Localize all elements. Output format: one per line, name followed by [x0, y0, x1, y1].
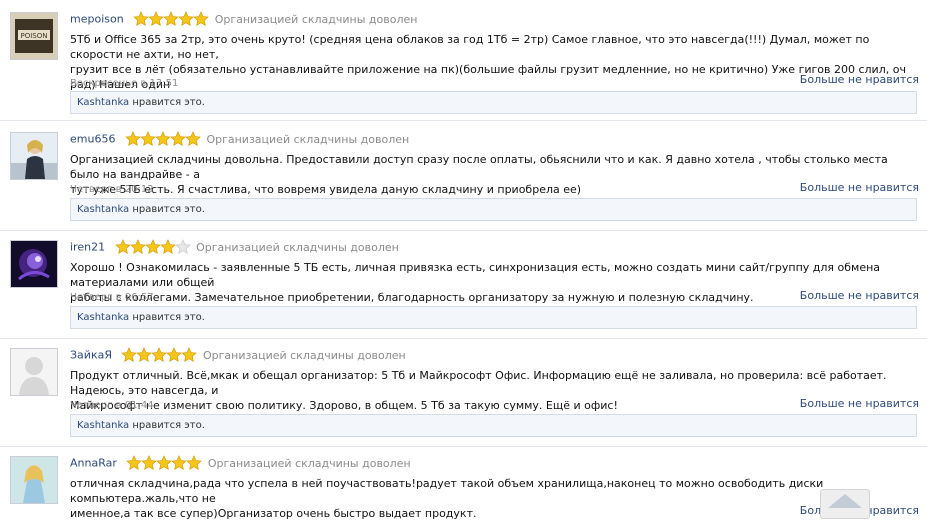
likes-suffix: нравится это. [129, 97, 205, 108]
verdict-text: Организацией складчины доволен [196, 240, 399, 254]
verdict-text: Организацией складчины доволен [214, 12, 418, 26]
star-filled-icon [114, 239, 131, 255]
svg-text:POISON: POISON [21, 32, 48, 40]
star-filled-icon [144, 239, 161, 255]
avatar[interactable] [10, 132, 58, 180]
username[interactable]: AnnaRar [70, 457, 117, 470]
liker-link[interactable]: Kashtanka [77, 97, 129, 108]
star-filled-icon [126, 455, 143, 471]
dislike-link[interactable]: Больше не нравится [800, 73, 919, 86]
review-item: iren21 Организацией складчины доволен Хо… [0, 236, 927, 339]
likes-summary: Kashtanka нравится это. [70, 91, 917, 114]
review-item: ЗайкаЯ Организацией складчины доволен Пр… [0, 344, 927, 447]
review-text: отличная складчина,рада что успела в ней… [70, 477, 824, 520]
star-filled-icon [186, 455, 203, 471]
star-filled-icon [178, 11, 194, 27]
dislike-link[interactable]: Больше не нравится [800, 181, 919, 194]
star-filled-icon [155, 131, 171, 147]
scroll-top-button[interactable] [820, 489, 870, 519]
review-text: Продукт отличный. Всё,мкак и обещал орга… [70, 369, 887, 412]
liker-link[interactable]: Kashtanka [77, 204, 129, 215]
star-filled-icon [140, 131, 156, 147]
star-filled-icon [171, 455, 188, 471]
star-rating [121, 347, 198, 363]
username[interactable]: emu656 [70, 133, 115, 146]
star-filled-icon [193, 11, 209, 27]
star-filled-icon [159, 239, 176, 255]
star-rating [114, 239, 191, 255]
purple-art-avatar-icon [11, 241, 57, 287]
timestamp[interactable]: Четверг в 01:44 [70, 400, 154, 411]
likes-suffix: нравится это. [129, 312, 205, 323]
likes-suffix: нравится это. [129, 204, 205, 215]
username[interactable]: iren21 [70, 241, 105, 254]
star-rating [126, 455, 203, 471]
timestamp[interactable]: Четверг в 20:12 [70, 184, 154, 195]
avatar[interactable]: POISON [10, 12, 58, 60]
star-filled-icon [136, 347, 153, 363]
likes-suffix: нравится это. [129, 420, 205, 431]
review-item: POISON mepoison Организацией складчины д… [0, 8, 927, 121]
timestamp[interactable]: Воскресенье в 13:51 [70, 78, 178, 89]
review-text: Хорошо ! Ознакомилась - заявленные 5 ТБ … [70, 261, 881, 304]
verdict-text: Организацией складчины доволен [206, 132, 410, 146]
star-filled-icon [185, 131, 201, 147]
dislike-link[interactable]: Больше не нравится [800, 397, 919, 410]
star-filled-icon [133, 11, 149, 27]
verdict-text: Организацией складчины доволен [202, 348, 406, 362]
likes-summary: Kashtanka нравится это. [70, 198, 917, 221]
star-filled-icon [181, 347, 198, 363]
avatar[interactable] [10, 456, 58, 504]
dislike-link[interactable]: Больше не нравится [800, 289, 919, 302]
logo-avatar-icon: POISON [11, 13, 57, 59]
star-filled-icon [156, 455, 173, 471]
default-avatar-icon [11, 349, 57, 395]
photo-avatar-icon [11, 133, 57, 179]
username[interactable]: ЗайкаЯ [70, 349, 112, 362]
timestamp[interactable]: Четверг в 06:57 [70, 292, 154, 303]
star-filled-icon [125, 131, 141, 147]
likes-summary: Kashtanka нравится это. [70, 306, 917, 329]
review-text: Организацией складчины довольна. Предост… [70, 153, 888, 196]
star-filled-icon [129, 239, 146, 255]
star-filled-icon [163, 11, 179, 27]
arrow-up-icon [828, 494, 862, 508]
star-filled-icon [151, 347, 168, 363]
girl-avatar-icon [11, 457, 57, 503]
review-item: AnnaRar Организацией складчины доволен о… [0, 452, 927, 522]
star-filled-icon [166, 347, 183, 363]
star-filled-icon [170, 131, 186, 147]
star-empty-icon [174, 239, 191, 255]
review-item: emu656 Организацией складчины доволен Ор… [0, 128, 927, 231]
username[interactable]: mepoison [70, 13, 124, 26]
star-filled-icon [141, 455, 158, 471]
avatar[interactable] [10, 348, 58, 396]
star-rating [133, 11, 209, 27]
star-filled-icon [121, 347, 138, 363]
star-filled-icon [148, 11, 164, 27]
star-rating [125, 131, 201, 147]
likes-summary: Kashtanka нравится это. [70, 414, 917, 437]
avatar[interactable] [10, 240, 58, 288]
liker-link[interactable]: Kashtanka [77, 312, 129, 323]
verdict-text: Организацией складчины доволен [207, 456, 411, 470]
liker-link[interactable]: Kashtanka [77, 420, 129, 431]
